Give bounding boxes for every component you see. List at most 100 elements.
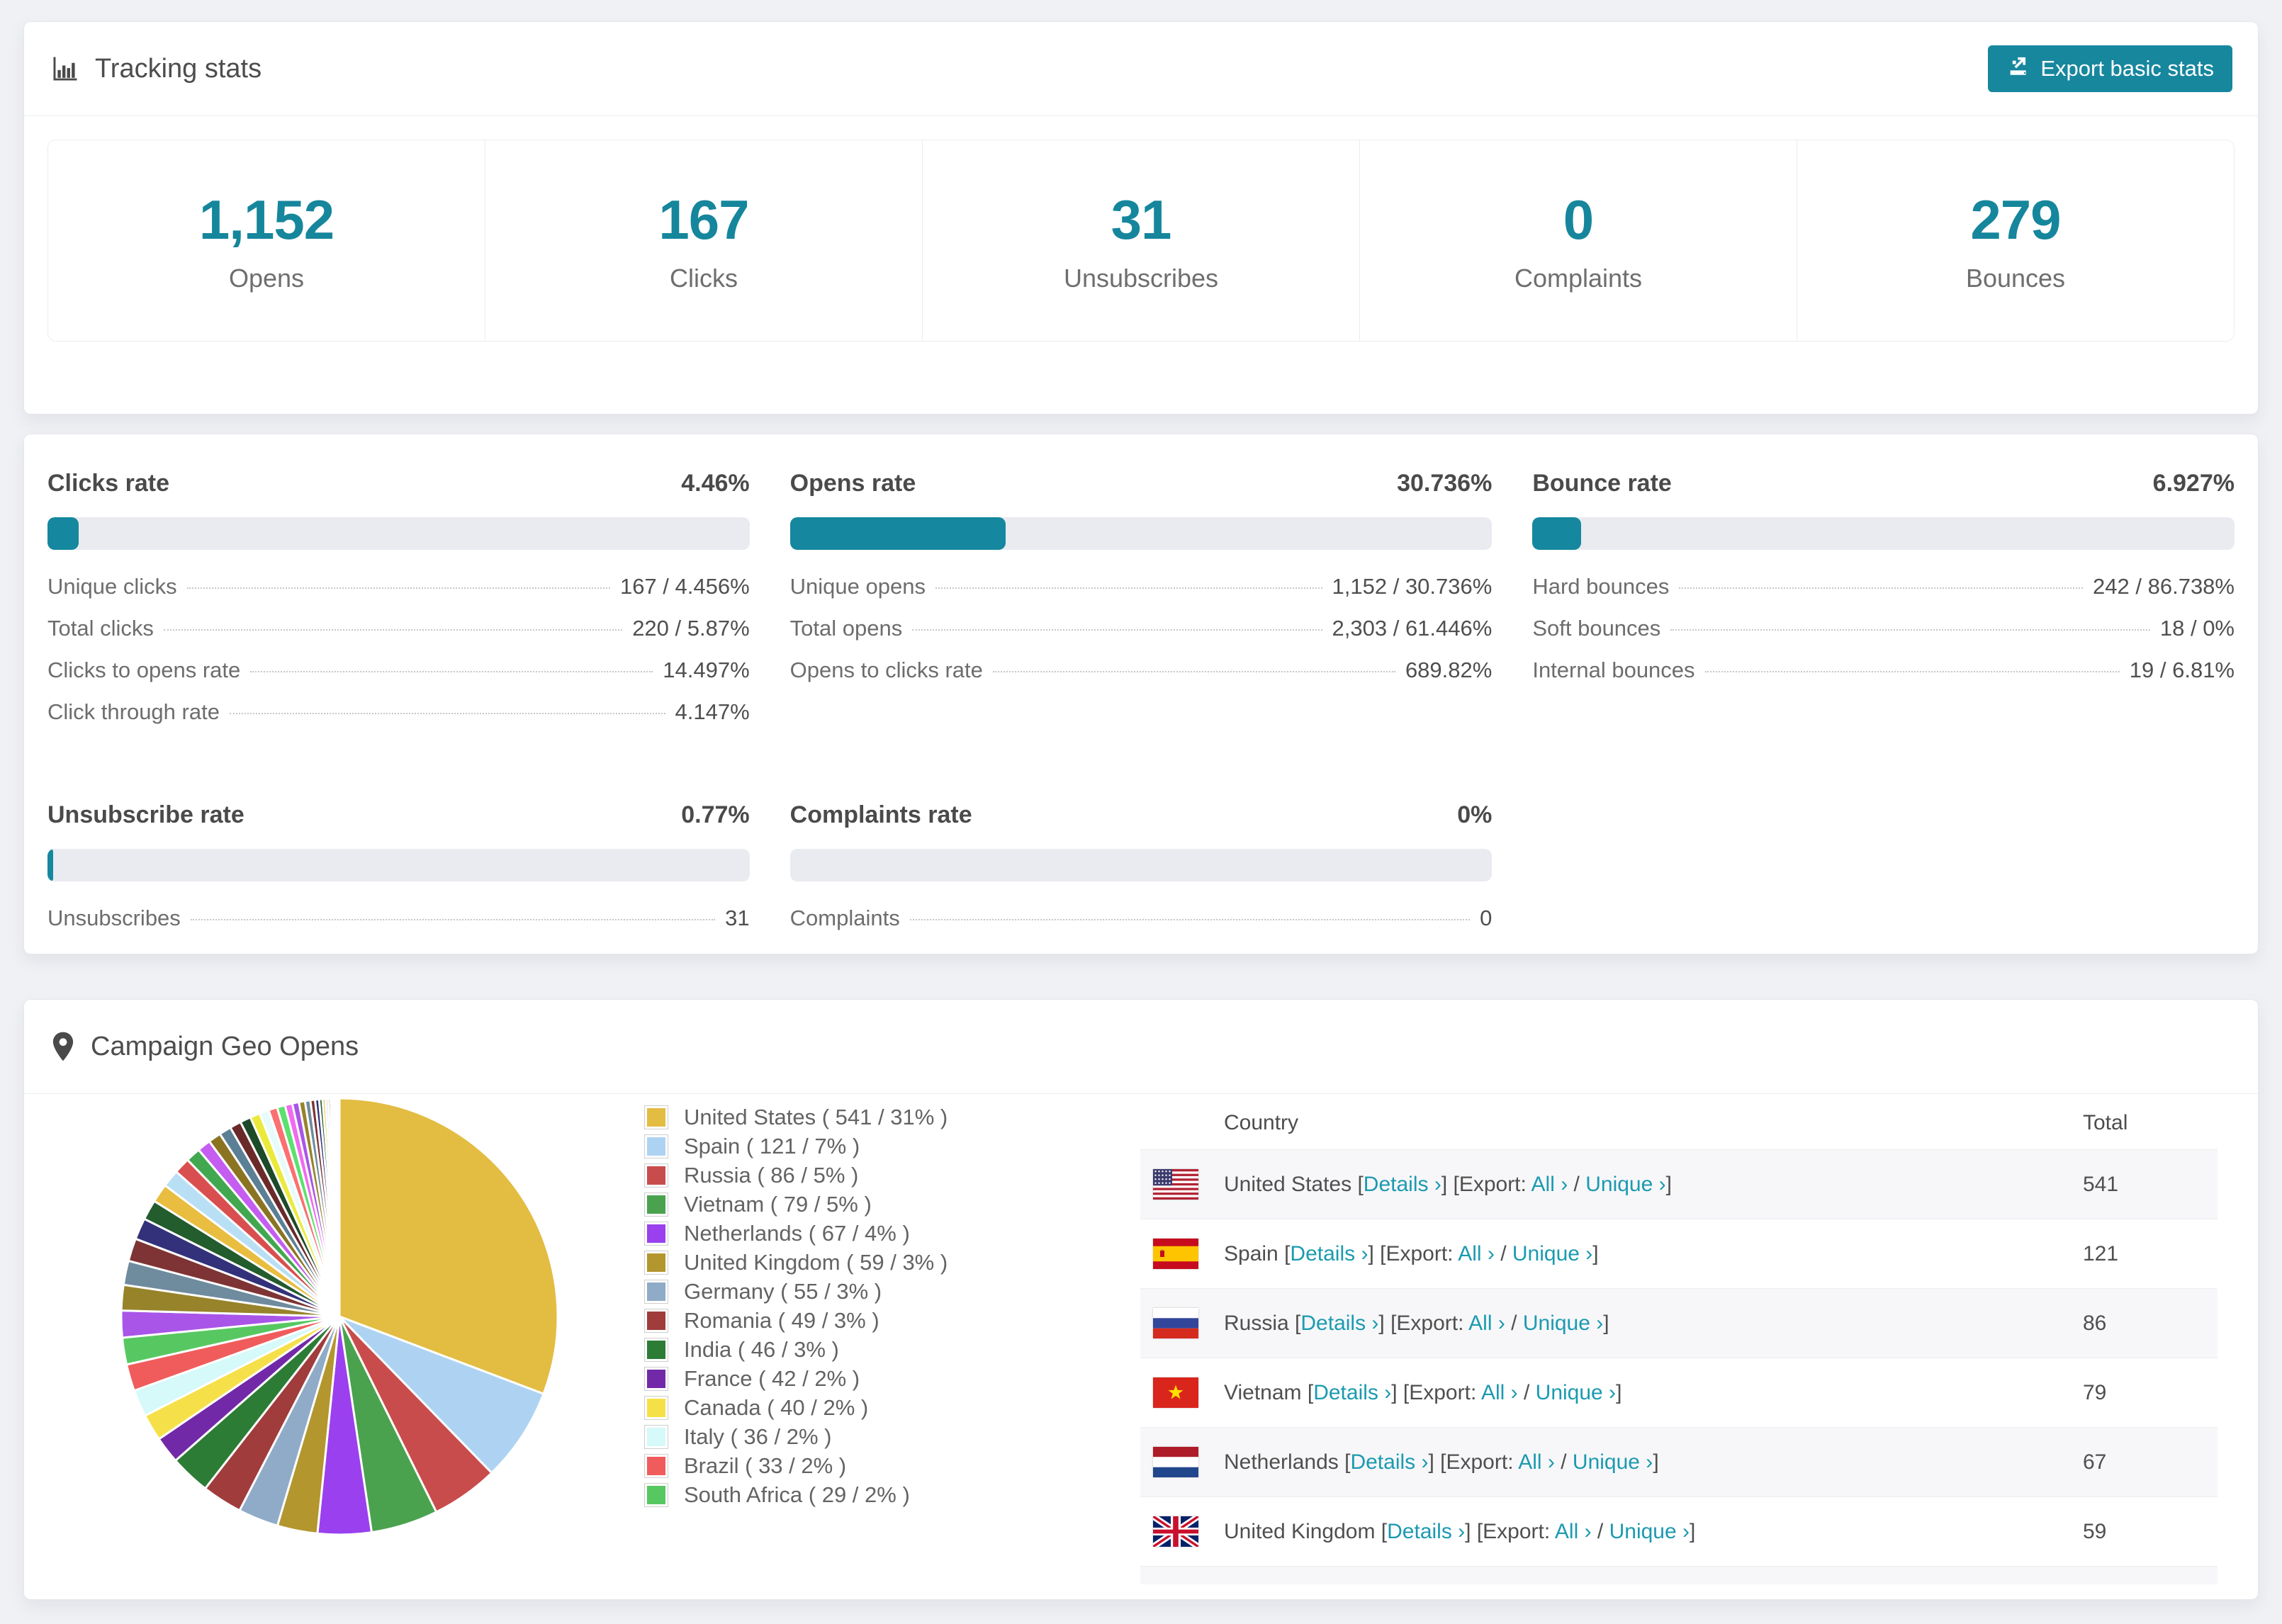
rate-row-label: Click through rate xyxy=(47,699,220,724)
legend-swatch xyxy=(644,1308,668,1333)
geo-table-row-netherlands: Netherlands [Details ›] [Export: All › /… xyxy=(1140,1427,2218,1496)
total-cell: 79 xyxy=(2083,1380,2107,1404)
rate-row-value: 19 / 6.81% xyxy=(2129,658,2235,682)
dotted-leader xyxy=(912,629,1322,631)
rate-row-label: Unique clicks xyxy=(47,574,177,599)
legend-label: France ( 42 / 2% ) xyxy=(684,1365,860,1391)
legend-label: Italy ( 36 / 2% ) xyxy=(684,1423,832,1449)
legend-item-united-states: United States ( 541 / 31% ) xyxy=(644,1103,1112,1132)
rate-title: Clicks rate xyxy=(47,470,169,497)
details-link[interactable]: Details › xyxy=(1364,1173,1441,1196)
rate-detail-row: Unsubscribes 31 xyxy=(47,906,750,947)
rate-progress-fill xyxy=(789,517,1006,550)
details-link[interactable]: Details › xyxy=(1313,1381,1391,1404)
rate-detail-row: Clicks to opens rate 14.497% xyxy=(47,658,750,699)
export-all-link[interactable]: All › xyxy=(1555,1520,1592,1543)
legend-swatch xyxy=(644,1424,668,1449)
export-unique-link[interactable]: Unique › xyxy=(1523,1312,1603,1335)
rate-row-value: 1,152 / 30.736% xyxy=(1332,574,1493,599)
separator: / xyxy=(1494,1241,1512,1265)
country-cell: Vietnam [Details ›] [Export: All › / Uni… xyxy=(1224,1381,2083,1405)
geo-content: United States ( 541 / 31% ) Spain ( 121 /… xyxy=(24,1094,2258,1584)
export-basic-stats-button[interactable]: Export basic stats xyxy=(1988,45,2232,92)
country-name: Vietnam xyxy=(1224,1380,1308,1404)
legend-item-spain: Spain ( 121 / 7% ) xyxy=(644,1132,1112,1161)
export-label: ] [Export: xyxy=(1378,1311,1469,1335)
export-all-link[interactable]: All › xyxy=(1518,1450,1555,1474)
details-link[interactable]: Details › xyxy=(1387,1520,1465,1543)
legend-item-vietnam: Vietnam ( 79 / 5% ) xyxy=(644,1190,1112,1219)
geo-table-row-spain: Spain [Details ›] [Export: All › / Uniqu… xyxy=(1140,1219,2218,1288)
geo-table-row-russia: Russia [Details ›] [Export: All › / Uniq… xyxy=(1140,1288,2218,1358)
rate-detail-row: Total opens 2,303 / 61.446% xyxy=(790,616,1493,658)
export-unique-link[interactable]: Unique › xyxy=(1512,1242,1592,1265)
export-unique-link[interactable]: Unique › xyxy=(1609,1520,1690,1543)
bracket: ] xyxy=(1592,1241,1599,1265)
bracket: ] xyxy=(1653,1450,1659,1474)
rate-detail-row: Soft bounces 18 / 0% xyxy=(1532,616,2235,658)
stat-label: Unsubscribes xyxy=(1063,264,1219,293)
details-link[interactable]: Details › xyxy=(1290,1242,1368,1265)
bracket: ] xyxy=(1665,1172,1672,1196)
country-cell: United States [Details ›] [Export: All ›… xyxy=(1224,1173,2083,1197)
tracking-stats-card: Tracking stats Export basic stats 1,152 O… xyxy=(23,21,2259,415)
rate-panel-opens-rate: Opens rate 30.736% Unique opens 1,152 / 30.… xyxy=(789,470,1493,741)
rate-progress-track xyxy=(47,517,750,550)
legend-label: Vietnam ( 79 / 5% ) xyxy=(684,1191,872,1217)
details-link[interactable]: Details › xyxy=(1350,1450,1428,1474)
export-unique-link[interactable]: Unique › xyxy=(1536,1381,1616,1404)
rate-row-value: 2,303 / 61.446% xyxy=(1332,616,1493,641)
rate-row-value: 242 / 86.738% xyxy=(2093,574,2235,599)
column-header-country: Country xyxy=(1224,1111,1299,1134)
rate-detail-row: Opens to clicks rate 689.82% xyxy=(790,658,1493,699)
tracking-stats-title: Tracking stats xyxy=(50,53,262,84)
es-flag-icon xyxy=(1153,1239,1198,1269)
rate-title: Bounce rate xyxy=(1532,470,1672,497)
geo-table-row-germany: Germany [Details ›] [Export: All › / Uni… xyxy=(1140,1566,2218,1584)
stat-value: 279 xyxy=(1970,188,2061,251)
ru-flag-icon xyxy=(1153,1308,1198,1338)
rate-value: 0.77% xyxy=(681,801,750,828)
geo-table-row-united-states: United States [Details ›] [Export: All ›… xyxy=(1140,1149,2218,1219)
geo-table-header: Country Total xyxy=(1140,1097,2218,1149)
dotted-leader xyxy=(935,587,1322,589)
total-cell: 86 xyxy=(2083,1311,2107,1335)
geo-opens-title: Campaign Geo Opens xyxy=(50,1031,359,1062)
legend-swatch xyxy=(644,1279,668,1304)
bar-chart-icon xyxy=(50,53,81,84)
stat-box-bounces: 279 Bounces xyxy=(1797,140,2234,341)
export-all-link[interactable]: All › xyxy=(1531,1173,1568,1196)
nl-flag-icon xyxy=(1153,1447,1198,1477)
rate-row-label: Unsubscribes xyxy=(47,906,181,930)
us-flag-icon xyxy=(1153,1169,1198,1200)
details-link[interactable]: Details › xyxy=(1300,1312,1378,1335)
column-header-total: Total xyxy=(2083,1111,2128,1134)
export-all-link[interactable]: All › xyxy=(1458,1242,1495,1265)
separator: / xyxy=(1505,1311,1523,1335)
legend-label: South Africa ( 29 / 2% ) xyxy=(684,1482,910,1507)
export-all-link[interactable]: All › xyxy=(1468,1312,1505,1335)
legend-label: India ( 46 / 3% ) xyxy=(684,1336,839,1362)
rate-title: Unsubscribe rate xyxy=(47,801,244,828)
legend-swatch xyxy=(644,1163,668,1188)
geo-pie-chart xyxy=(113,1090,566,1547)
rate-title: Opens rate xyxy=(789,470,916,497)
export-all-link[interactable]: All › xyxy=(1481,1381,1518,1404)
rate-detail-row: Unique clicks 167 / 4.456% xyxy=(47,574,750,616)
rate-row-label: Total opens xyxy=(789,616,903,641)
rate-panel-bounce-rate: Bounce rate 6.927% Hard bounces 242 / 86.73… xyxy=(1532,470,2235,741)
legend-swatch xyxy=(644,1221,668,1246)
legend-label: United Kingdom ( 59 / 3% ) xyxy=(684,1249,948,1275)
country-name: Netherlands xyxy=(1224,1450,1345,1474)
legend-label: Russia ( 86 / 5% ) xyxy=(684,1162,859,1188)
rate-row-value: 18 / 0% xyxy=(2159,616,2235,641)
export-unique-link[interactable]: Unique › xyxy=(1585,1173,1665,1196)
rate-row-value: 689.82% xyxy=(1405,658,1493,682)
stat-box-clicks: 167 Clicks xyxy=(485,140,923,341)
rate-progress-fill xyxy=(47,849,53,881)
rate-title: Complaints rate xyxy=(789,801,972,828)
tracking-stats-header: Tracking stats Export basic stats xyxy=(24,22,2258,115)
legend-item-italy: Italy ( 36 / 2% ) xyxy=(644,1422,1112,1451)
export-unique-link[interactable]: Unique › xyxy=(1573,1450,1653,1474)
stat-value: 0 xyxy=(1563,188,1594,251)
